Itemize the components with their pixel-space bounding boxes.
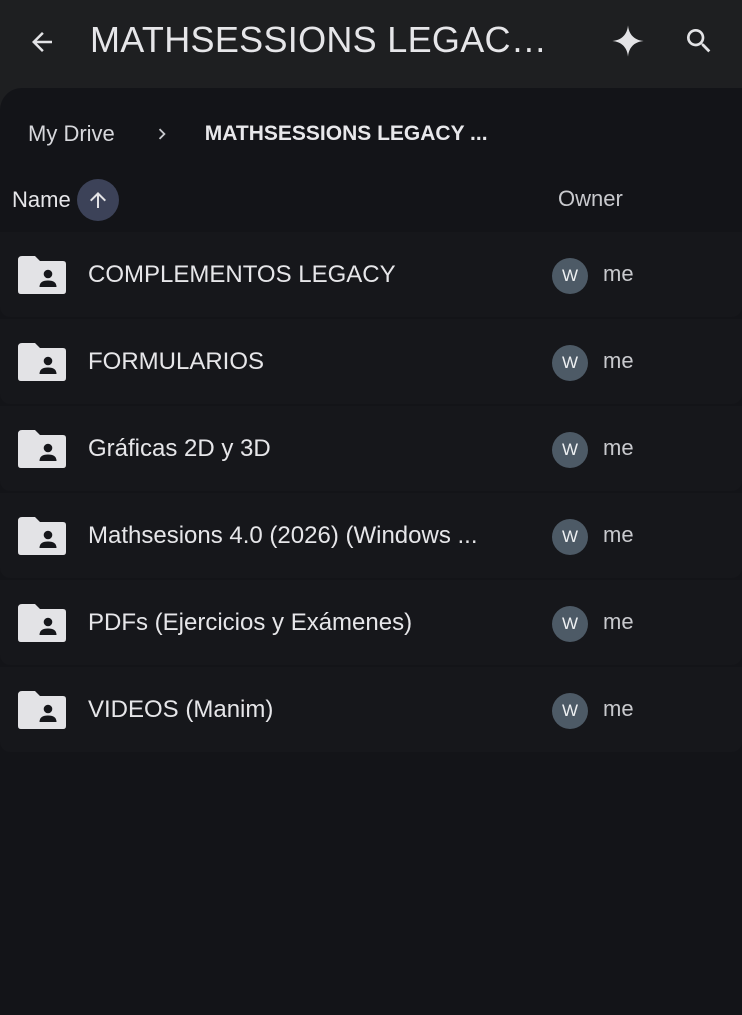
sparkle-icon	[612, 25, 644, 57]
name-column-label: Name	[12, 187, 71, 212]
owner-avatar: W	[552, 693, 588, 729]
page-title: MATHSESSIONS LEGACY...	[90, 19, 560, 60]
shared-folder-icon	[18, 604, 66, 642]
file-name: Gráficas 2D y 3D	[88, 435, 271, 462]
arrow-back-icon	[32, 32, 52, 52]
file-list: COMPLEMENTOS LEGACY W me FORMULARIOS W m…	[0, 232, 742, 754]
breadcrumb-current-folder: MATHSESSIONS LEGACY ...	[204, 122, 488, 145]
back-button[interactable]	[22, 22, 62, 62]
shared-folder-icon	[18, 343, 66, 381]
search-icon	[687, 29, 711, 53]
column-header-row: Name Owner	[0, 172, 742, 228]
owner-avatar: W	[552, 519, 588, 555]
chevron-right-icon	[151, 123, 173, 145]
shared-folder-icon	[18, 256, 66, 294]
file-row[interactable]: Gráficas 2D y 3D W me	[0, 406, 742, 491]
owner-avatar: W	[552, 432, 588, 468]
gemini-button[interactable]	[607, 20, 649, 62]
shared-folder-icon	[18, 517, 66, 555]
owner-avatar: W	[552, 258, 588, 294]
sort-by-name-button[interactable]: Name	[12, 176, 119, 224]
owner-name: me	[603, 261, 634, 286]
owner-avatar: W	[552, 345, 588, 381]
top-app-bar: MATHSESSIONS LEGACY...	[0, 0, 742, 88]
file-list-panel: My Drive MATHSESSIONS LEGACY ... Name Ow…	[0, 88, 742, 1015]
shared-folder-icon	[18, 691, 66, 729]
file-name: FORMULARIOS	[88, 348, 265, 375]
file-row[interactable]: FORMULARIOS W me	[0, 319, 742, 404]
owner-avatar: W	[552, 606, 588, 642]
file-row[interactable]: COMPLEMENTOS LEGACY W me	[0, 232, 742, 317]
file-row[interactable]: Mathsesions 4.0 (2026) (Windows ... W me	[0, 493, 742, 578]
owner-name: me	[603, 435, 634, 460]
file-name: Mathsesions 4.0 (2026) (Windows ...	[88, 522, 478, 549]
search-button[interactable]	[678, 20, 720, 62]
breadcrumb-my-drive[interactable]: My Drive	[28, 121, 115, 147]
owner-column-label: Owner	[558, 186, 623, 211]
shared-folder-icon	[18, 430, 66, 468]
file-name: COMPLEMENTOS LEGACY	[88, 261, 396, 288]
file-name: PDFs (Ejercicios y Exámenes)	[88, 609, 413, 636]
file-row[interactable]: VIDEOS (Manim) W me	[0, 667, 742, 752]
owner-name: me	[603, 522, 634, 547]
owner-name: me	[603, 696, 634, 721]
owner-name: me	[603, 348, 634, 373]
owner-name: me	[603, 609, 634, 634]
file-name: VIDEOS (Manim)	[88, 696, 274, 723]
file-row[interactable]: PDFs (Ejercicios y Exámenes) W me	[0, 580, 742, 665]
breadcrumb: My Drive MATHSESSIONS LEGACY ...	[28, 118, 488, 150]
arrow-up-icon	[76, 179, 119, 221]
